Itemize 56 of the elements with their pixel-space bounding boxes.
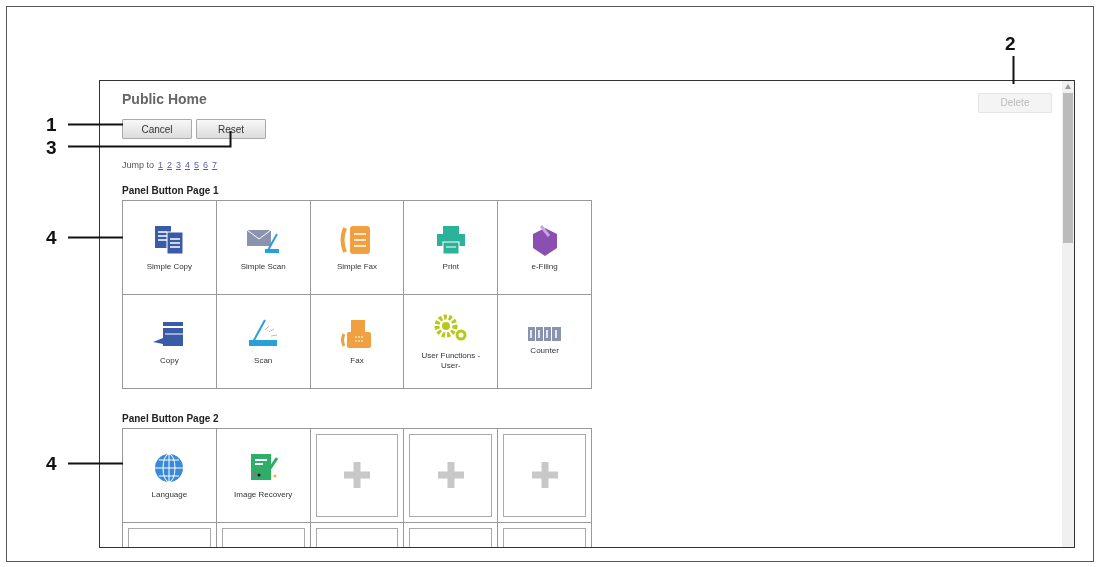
page-link[interactable]: 3: [176, 159, 182, 173]
counter-digits-icon: [526, 326, 563, 342]
page-link[interactable]: 6: [203, 159, 209, 173]
plus-icon: [529, 460, 560, 490]
section-heading: Panel Button Page 1: [122, 183, 220, 198]
empty-slot-add[interactable]: [503, 433, 586, 517]
tile-label: Counter: [529, 346, 560, 356]
tile-label: User Functions -User-: [420, 351, 482, 371]
scrollbar[interactable]: [1062, 81, 1074, 547]
reset-button[interactable]: Reset: [196, 119, 266, 139]
panel-button-tile[interactable]: Language: [123, 428, 217, 523]
callout-number: 4: [46, 228, 57, 247]
panel-button-tile[interactable]: e-Filing: [498, 200, 592, 295]
section-heading: Panel Button Page 2: [122, 411, 220, 426]
leader-line: [68, 236, 123, 239]
panel-button-tile[interactable]: Fax: [310, 294, 405, 389]
callout-number: 2: [1005, 34, 1016, 53]
tile-label: Scan: [253, 356, 274, 366]
tile-label: Simple Scan: [239, 262, 287, 272]
empty-slot-add[interactable]: [315, 433, 399, 517]
scrollbar-thumb[interactable]: [1063, 93, 1073, 243]
page-link[interactable]: 5: [194, 159, 200, 173]
tile-label: e-Filing: [530, 262, 559, 272]
panel-button-tile[interactable]: Image Recovery: [216, 428, 311, 523]
page-link[interactable]: 1: [158, 159, 164, 173]
callout-number: 4: [46, 454, 57, 473]
cancel-button[interactable]: Cancel: [122, 119, 192, 139]
tile-label: Simple Copy: [145, 262, 194, 272]
panel-button-tile[interactable]: User Functions -User-: [404, 294, 499, 389]
tile-label: Copy: [159, 356, 180, 366]
jump-label: Jump to: [122, 159, 154, 172]
leader-line: [68, 123, 123, 126]
panel-button-tile[interactable]: Print: [404, 200, 499, 295]
tile-label: Print: [441, 262, 460, 272]
callout-number: 1: [46, 115, 57, 134]
tile-label: Simple Fax: [335, 262, 378, 272]
page-title: Public Home: [122, 90, 207, 109]
page-link[interactable]: 4: [185, 159, 191, 173]
panel-button-tile[interactable]: Scan: [216, 294, 311, 389]
leader-line: [1012, 56, 1015, 84]
empty-slot-add[interactable]: [409, 433, 493, 517]
page-link[interactable]: 7: [212, 159, 218, 173]
tile-label: Image Recovery: [233, 490, 294, 500]
callout-number: 3: [46, 138, 57, 157]
scroll-up-icon: [1065, 84, 1071, 89]
tile-label: Fax: [349, 356, 365, 366]
page-link[interactable]: 2: [167, 159, 173, 173]
panel-button-tile[interactable]: Simple Scan: [216, 200, 311, 295]
panel-button-tile[interactable]: Copy: [123, 294, 217, 389]
plus-icon: [342, 460, 372, 490]
panel-button-tile[interactable]: Simple Copy: [123, 200, 217, 295]
leader-line: [68, 462, 123, 465]
panel-button-tile[interactable]: Counter: [498, 294, 592, 389]
tile-label: Language: [150, 490, 189, 500]
panel-button-tile[interactable]: Simple Fax: [310, 200, 405, 295]
plus-icon: [435, 460, 466, 490]
